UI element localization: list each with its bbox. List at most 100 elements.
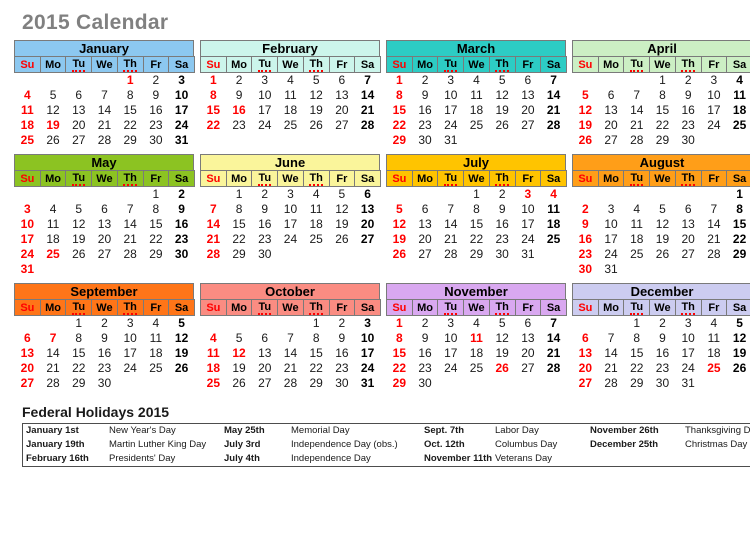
day-cell-june-2[interactable]: 2	[251, 186, 278, 202]
day-cell-december-21[interactable]: 21	[598, 361, 624, 376]
day-cell-february-2[interactable]: 2	[226, 72, 252, 88]
day-cell-june-1[interactable]: 1	[226, 186, 252, 202]
day-cell-august-2[interactable]: 2	[572, 202, 599, 217]
day-cell-june-18[interactable]: 18	[303, 217, 330, 232]
day-cell-february-19[interactable]: 19	[303, 103, 330, 118]
day-cell-september-29[interactable]: 29	[65, 376, 92, 391]
day-cell-september-9[interactable]: 9	[91, 331, 118, 346]
day-cell-february-14[interactable]: 14	[354, 88, 381, 103]
day-cell-january-12[interactable]: 12	[40, 103, 66, 118]
day-cell-june-8[interactable]: 8	[226, 202, 252, 217]
day-cell-march-12[interactable]: 12	[489, 88, 516, 103]
day-cell-june-4[interactable]: 4	[303, 186, 330, 202]
day-cell-september-5[interactable]: 5	[168, 315, 195, 331]
day-cell-october-19[interactable]: 19	[226, 361, 252, 376]
day-cell-may-5[interactable]: 5	[65, 202, 92, 217]
day-cell-july-29[interactable]: 29	[463, 247, 490, 262]
day-cell-january-14[interactable]: 14	[91, 103, 118, 118]
day-cell-may-21[interactable]: 21	[117, 232, 144, 247]
day-cell-december-13[interactable]: 13	[572, 346, 599, 361]
day-cell-july-8[interactable]: 8	[463, 202, 490, 217]
day-cell-october-4[interactable]: 4	[200, 331, 227, 346]
day-cell-december-2[interactable]: 2	[649, 315, 676, 331]
day-cell-may-18[interactable]: 18	[40, 232, 66, 247]
day-cell-december-15[interactable]: 15	[623, 346, 650, 361]
day-cell-october-31[interactable]: 31	[354, 376, 381, 391]
day-cell-june-24[interactable]: 24	[277, 232, 304, 247]
day-cell-august-22[interactable]: 22	[726, 232, 750, 247]
day-cell-march-11[interactable]: 11	[463, 88, 490, 103]
day-cell-august-26[interactable]: 26	[649, 247, 676, 262]
day-cell-march-4[interactable]: 4	[463, 72, 490, 88]
day-cell-september-28[interactable]: 28	[40, 376, 66, 391]
day-cell-january-4[interactable]: 4	[14, 88, 41, 103]
day-cell-march-21[interactable]: 21	[540, 103, 567, 118]
day-cell-december-12[interactable]: 12	[726, 331, 750, 346]
day-cell-november-14[interactable]: 14	[540, 331, 567, 346]
day-cell-september-27[interactable]: 27	[14, 376, 41, 391]
day-cell-january-1[interactable]: 1	[117, 72, 144, 88]
day-cell-january-15[interactable]: 15	[117, 103, 144, 118]
day-cell-november-21[interactable]: 21	[540, 346, 567, 361]
day-cell-june-12[interactable]: 12	[329, 202, 355, 217]
day-cell-september-10[interactable]: 10	[117, 331, 144, 346]
day-cell-september-12[interactable]: 12	[168, 331, 195, 346]
day-cell-december-31[interactable]: 31	[675, 376, 702, 391]
day-cell-march-28[interactable]: 28	[540, 118, 567, 133]
day-cell-march-9[interactable]: 9	[412, 88, 438, 103]
day-cell-march-1[interactable]: 1	[386, 72, 413, 88]
day-cell-november-10[interactable]: 10	[437, 331, 464, 346]
day-cell-march-17[interactable]: 17	[437, 103, 464, 118]
day-cell-april-30[interactable]: 30	[675, 133, 702, 148]
day-cell-june-6[interactable]: 6	[354, 186, 381, 202]
day-cell-october-25[interactable]: 25	[200, 376, 227, 391]
day-cell-january-7[interactable]: 7	[91, 88, 118, 103]
day-cell-august-17[interactable]: 17	[598, 232, 624, 247]
day-cell-november-28[interactable]: 28	[540, 361, 567, 376]
day-cell-may-2[interactable]: 2	[168, 186, 195, 202]
day-cell-august-11[interactable]: 11	[623, 217, 650, 232]
day-cell-december-6[interactable]: 6	[572, 331, 599, 346]
day-cell-april-8[interactable]: 8	[649, 88, 676, 103]
day-cell-july-26[interactable]: 26	[386, 247, 413, 262]
day-cell-august-27[interactable]: 27	[675, 247, 702, 262]
day-cell-october-21[interactable]: 21	[277, 361, 304, 376]
day-cell-july-19[interactable]: 19	[386, 232, 413, 247]
day-cell-may-25[interactable]: 25	[40, 247, 66, 262]
day-cell-july-31[interactable]: 31	[515, 247, 541, 262]
day-cell-october-5[interactable]: 5	[226, 331, 252, 346]
day-cell-january-3[interactable]: 3	[168, 72, 195, 88]
day-cell-july-23[interactable]: 23	[489, 232, 516, 247]
day-cell-august-25[interactable]: 25	[623, 247, 650, 262]
day-cell-september-14[interactable]: 14	[40, 346, 66, 361]
day-cell-september-24[interactable]: 24	[117, 361, 144, 376]
day-cell-august-8[interactable]: 8	[726, 202, 750, 217]
day-cell-august-13[interactable]: 13	[675, 217, 702, 232]
day-cell-june-11[interactable]: 11	[303, 202, 330, 217]
day-cell-november-4[interactable]: 4	[463, 315, 490, 331]
day-cell-july-30[interactable]: 30	[489, 247, 516, 262]
day-cell-june-19[interactable]: 19	[329, 217, 355, 232]
day-cell-august-4[interactable]: 4	[623, 202, 650, 217]
day-cell-june-16[interactable]: 16	[251, 217, 278, 232]
day-cell-april-9[interactable]: 9	[675, 88, 702, 103]
day-cell-april-15[interactable]: 15	[649, 103, 676, 118]
day-cell-november-26[interactable]: 26	[489, 361, 516, 376]
day-cell-july-22[interactable]: 22	[463, 232, 490, 247]
day-cell-march-26[interactable]: 26	[489, 118, 516, 133]
day-cell-february-21[interactable]: 21	[354, 103, 381, 118]
day-cell-june-26[interactable]: 26	[329, 232, 355, 247]
day-cell-october-24[interactable]: 24	[354, 361, 381, 376]
day-cell-december-19[interactable]: 19	[726, 346, 750, 361]
day-cell-may-30[interactable]: 30	[168, 247, 195, 262]
day-cell-april-18[interactable]: 18	[726, 103, 750, 118]
day-cell-august-31[interactable]: 31	[598, 262, 624, 277]
day-cell-april-11[interactable]: 11	[726, 88, 750, 103]
day-cell-may-26[interactable]: 26	[65, 247, 92, 262]
day-cell-october-14[interactable]: 14	[277, 346, 304, 361]
day-cell-march-16[interactable]: 16	[412, 103, 438, 118]
day-cell-july-12[interactable]: 12	[386, 217, 413, 232]
day-cell-august-21[interactable]: 21	[701, 232, 727, 247]
day-cell-july-20[interactable]: 20	[412, 232, 438, 247]
day-cell-february-27[interactable]: 27	[329, 118, 355, 133]
